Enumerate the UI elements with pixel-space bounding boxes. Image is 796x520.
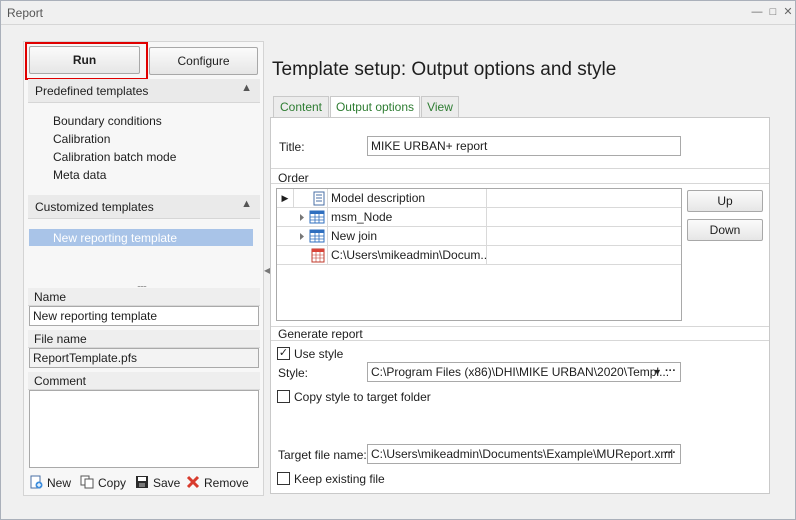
section-divider xyxy=(271,340,769,341)
new-template-button[interactable]: New xyxy=(29,475,71,490)
copy-style-label: Copy style to target folder xyxy=(294,390,431,404)
comment-field[interactable] xyxy=(29,390,259,468)
chevron-up-icon[interactable]: ▲ xyxy=(241,198,252,210)
new-label: New xyxy=(47,476,72,490)
calendar-table-icon xyxy=(294,246,328,265)
predefined-templates-header[interactable]: Predefined templates ▲ xyxy=(28,79,260,103)
style-select[interactable]: C:\Program Files (x86)\DHI\MIKE URBAN\20… xyxy=(367,362,681,382)
template-item-new-reporting-template[interactable]: New reporting template xyxy=(29,229,253,246)
tab-view[interactable]: View xyxy=(421,96,459,118)
target-file-label: Target file name: xyxy=(278,448,367,462)
style-label: Style: xyxy=(278,366,309,380)
report-window: Report — □ ✕ Run Configure Predefined te… xyxy=(0,0,796,520)
predefined-templates-label: Predefined templates xyxy=(35,84,149,98)
save-icon xyxy=(136,476,148,488)
copy-label: Copy xyxy=(98,476,127,490)
keep-existing-checkbox[interactable] xyxy=(277,472,290,485)
file-name-label: File name xyxy=(34,332,87,346)
keep-existing-label: Keep existing file xyxy=(294,472,385,486)
name-label-row: Name xyxy=(28,288,260,306)
down-button[interactable]: Down xyxy=(687,219,763,241)
row-indicator-icon: ▶ xyxy=(277,189,294,208)
comment-label: Comment xyxy=(34,374,87,388)
use-style-label: Use style xyxy=(294,347,344,361)
comment-label-row: Comment xyxy=(28,372,260,390)
row-extra xyxy=(487,227,681,246)
chevron-up-icon[interactable]: ▲ xyxy=(241,82,252,94)
target-file-field[interactable]: C:\Users\mikeadmin\Documents\Example\MUR… xyxy=(367,444,681,464)
maximize-icon[interactable]: □ xyxy=(765,4,781,20)
tab-content[interactable]: Content xyxy=(273,96,329,118)
page-title: Template setup: Output options and style xyxy=(272,59,617,80)
document-icon xyxy=(294,189,328,208)
row-gutter xyxy=(277,208,294,227)
configure-button[interactable]: Configure xyxy=(149,47,258,75)
row-extra xyxy=(487,246,681,265)
row-gutter xyxy=(277,227,294,246)
title-field[interactable]: MIKE URBAN+ report xyxy=(367,136,681,156)
save-label: Save xyxy=(153,476,181,490)
section-divider xyxy=(271,168,769,169)
row-gutter xyxy=(277,246,294,265)
dropdown-arrow-icon[interactable]: ▼ xyxy=(653,367,662,377)
template-item-calibration-batch-mode[interactable]: Calibration batch mode xyxy=(53,150,176,164)
title-bar: Report — □ ✕ xyxy=(1,1,795,25)
use-style-checkbox[interactable]: ✓ xyxy=(277,347,290,360)
section-divider xyxy=(271,183,769,184)
up-button[interactable]: Up xyxy=(687,190,763,212)
remove-template-button[interactable]: Remove xyxy=(186,475,249,490)
template-item-meta-data[interactable]: Meta data xyxy=(53,168,106,182)
table-icon[interactable] xyxy=(294,227,328,246)
remove-icon xyxy=(186,475,200,489)
close-icon[interactable]: ✕ xyxy=(780,4,796,20)
template-item-calibration[interactable]: Calibration xyxy=(53,132,110,146)
table-row[interactable]: C:\Users\mikeadmin\Docum... xyxy=(277,246,681,265)
file-name-label-row: File name xyxy=(28,330,260,348)
browse-target-button[interactable]: ··· xyxy=(665,447,676,459)
template-item-label: New reporting template xyxy=(53,231,178,245)
row-label: Model description xyxy=(328,189,487,208)
remove-label: Remove xyxy=(204,476,249,490)
row-extra xyxy=(487,189,681,208)
copy-icon xyxy=(80,475,94,489)
minimize-icon[interactable]: — xyxy=(749,4,765,20)
generate-report-section-label: Generate report xyxy=(278,327,363,341)
table-row[interactable]: msm_Node xyxy=(277,208,681,227)
row-label: New join xyxy=(328,227,487,246)
save-template-button[interactable]: Save xyxy=(135,475,180,490)
name-field[interactable]: New reporting template xyxy=(29,306,259,326)
title-label: Title: xyxy=(279,140,305,154)
template-item-boundary-conditions[interactable]: Boundary conditions xyxy=(53,114,162,128)
window-title: Report xyxy=(7,6,44,20)
row-extra xyxy=(487,208,681,227)
browse-style-button[interactable]: ··· xyxy=(665,365,676,377)
row-label: msm_Node xyxy=(328,208,487,227)
customized-templates-label: Customized templates xyxy=(35,200,154,214)
copy-style-checkbox[interactable] xyxy=(277,390,290,403)
new-document-icon xyxy=(30,475,43,489)
table-row[interactable]: ▶ Model description xyxy=(277,189,681,208)
row-label: C:\Users\mikeadmin\Docum... xyxy=(328,246,487,265)
tab-output-options[interactable]: Output options xyxy=(330,96,420,119)
table-row[interactable]: New join xyxy=(277,227,681,246)
customized-templates-header[interactable]: Customized templates ▲ xyxy=(28,195,260,219)
order-grid: ▶ Model description msm_Node New join C:… xyxy=(276,188,682,321)
table-icon[interactable] xyxy=(294,208,328,227)
copy-template-button[interactable]: Copy xyxy=(80,475,126,490)
run-button[interactable]: Run xyxy=(29,46,140,74)
name-label: Name xyxy=(34,290,67,304)
file-name-field[interactable]: ReportTemplate.pfs xyxy=(29,348,259,368)
